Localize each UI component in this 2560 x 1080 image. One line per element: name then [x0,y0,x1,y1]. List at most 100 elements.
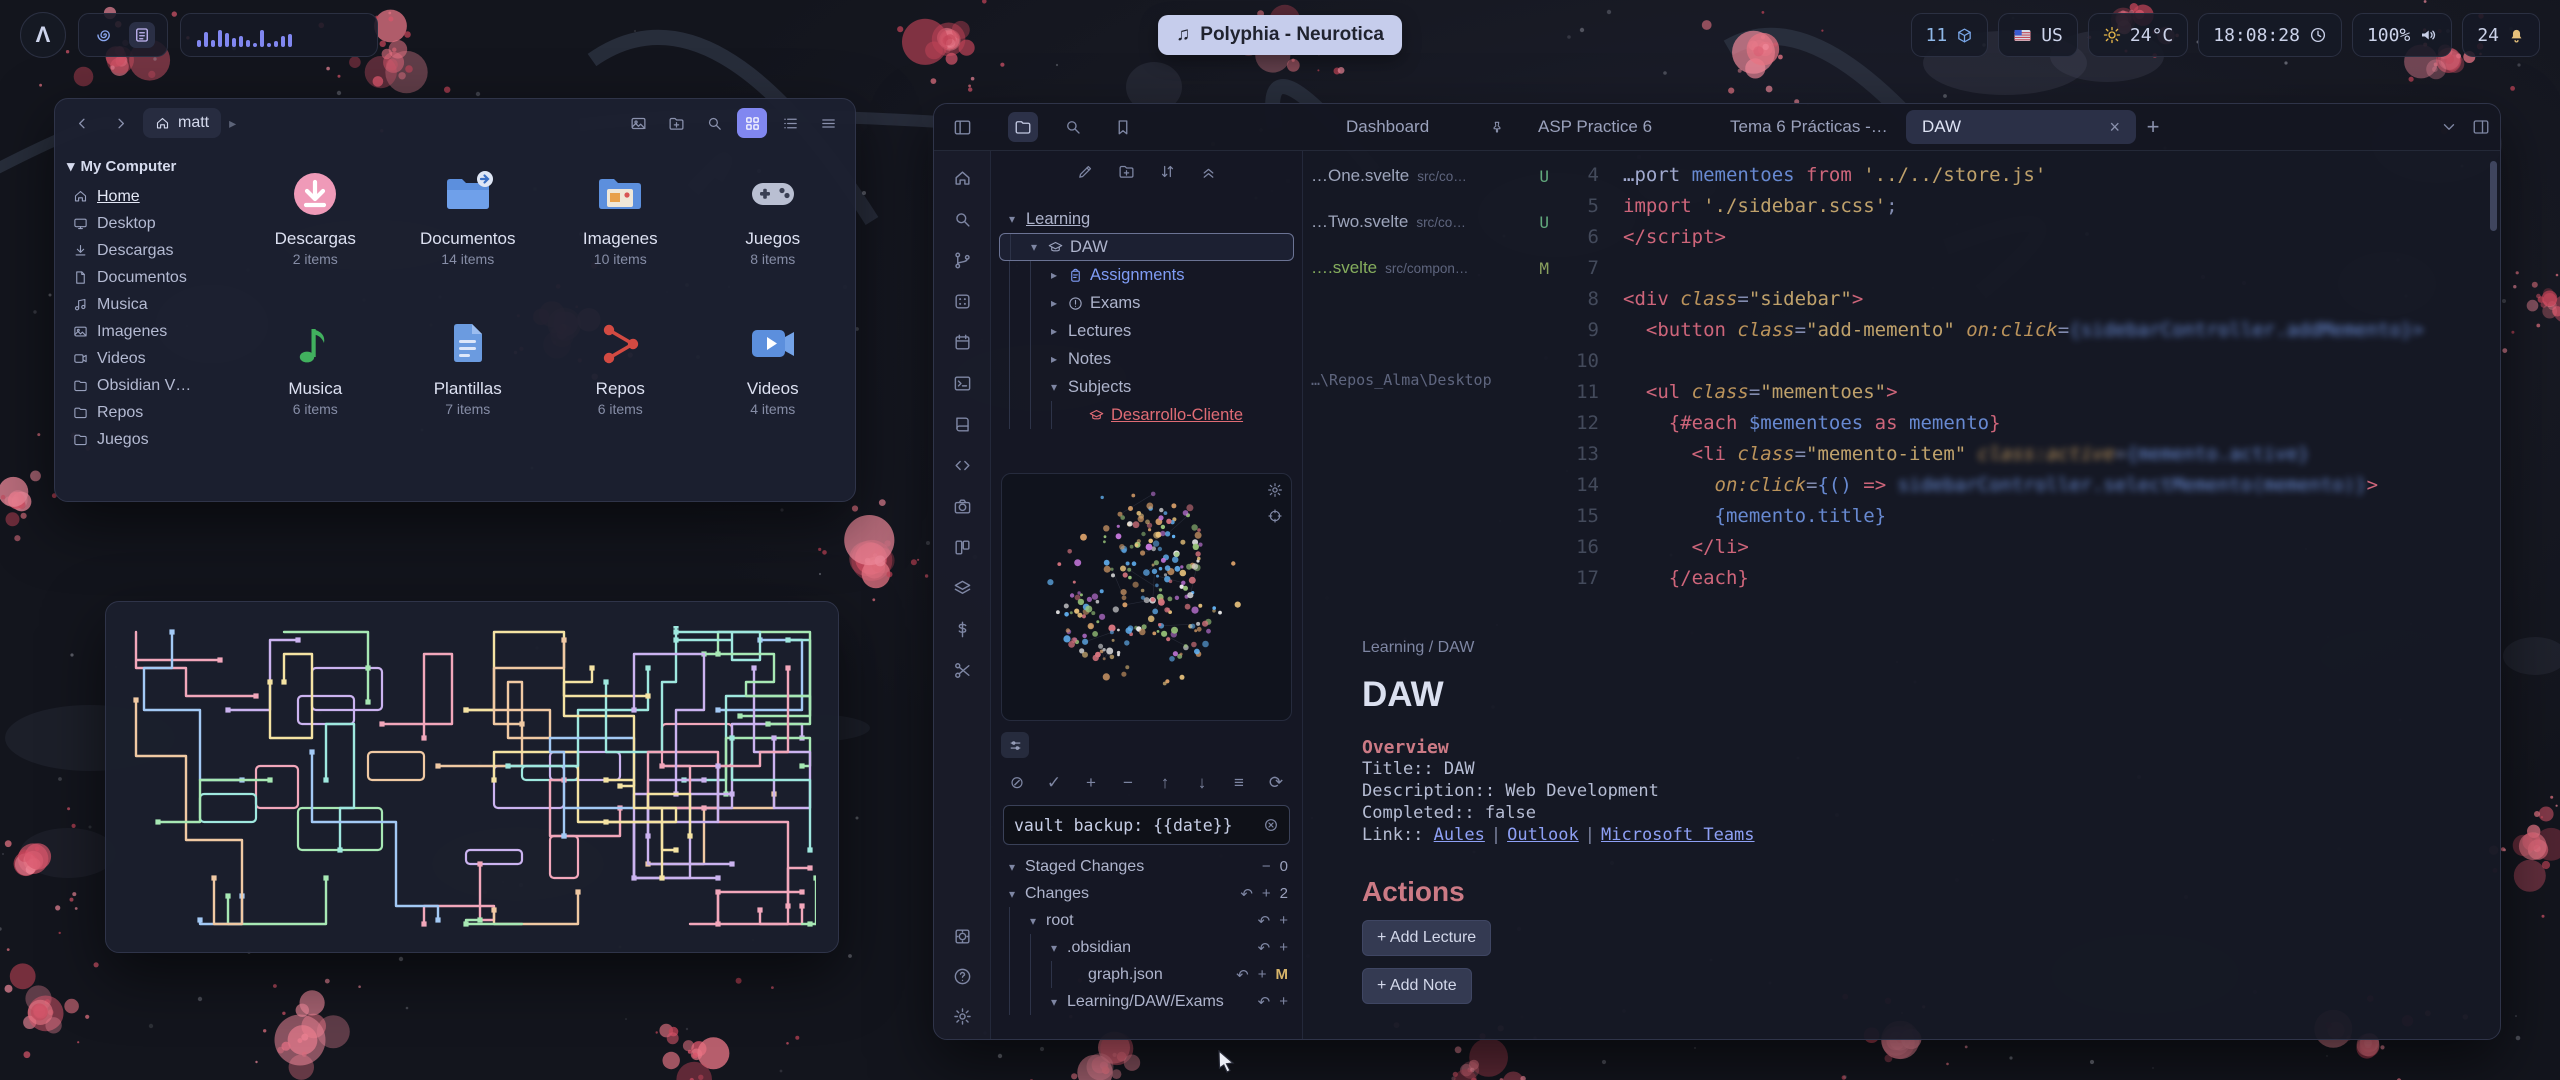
weather-module[interactable]: 24°C [2088,13,2188,57]
book-icon[interactable] [946,411,978,437]
sidebar-item-repos[interactable]: Repos [65,399,223,426]
sidebar-item-obsidian-v[interactable]: Obsidian V… [65,372,223,399]
chevron-down-icon[interactable]: ▾ [1031,240,1048,254]
chevron-down-icon[interactable]: ▾ [1051,941,1067,955]
tree-item-exams[interactable]: ▸Exams [999,289,1294,317]
commit-icon[interactable]: ✓ [1044,773,1064,793]
chevron-right-icon[interactable]: ▸ [1051,352,1068,366]
vault-switcher-icon[interactable] [946,923,978,949]
kanban-icon[interactable] [946,534,978,560]
new-folder-icon[interactable] [661,108,691,138]
sidebar-item-videos[interactable]: Videos [65,345,223,372]
new-note-icon[interactable] [1077,163,1094,180]
sidebar-section-header[interactable]: ▾ My Computer [67,157,221,175]
git-row-changes[interactable]: ▾Changes↶+2 [999,880,1294,907]
note-breadcrumb[interactable]: Learning / DAW [1362,639,2440,657]
discard-icon[interactable]: ⊘ [1007,773,1027,793]
tree-item-assignments[interactable]: ▸Assignments [999,261,1294,289]
notifications-module[interactable]: 24 [2462,13,2540,57]
refresh-icon[interactable]: ⟳ [1266,773,1286,793]
commit-message-input[interactable]: vault backup: {{date}} [1003,805,1290,845]
search-icon[interactable] [946,206,978,232]
notes-icon[interactable] [129,22,155,48]
camera-icon[interactable] [946,493,978,519]
git-row-learning-daw-exams[interactable]: ▾Learning/DAW/Exams↶+ [999,988,1294,1015]
folder-videos[interactable]: Videos4 items [705,313,841,463]
folder-documentos[interactable]: Documentos14 items [400,163,536,313]
settings-icon[interactable] [946,1003,978,1029]
folder-imagenes[interactable]: Imagenes10 items [552,163,688,313]
git-action-icon[interactable]: + [1258,966,1267,983]
git-action-icon[interactable]: ↶ [1258,912,1271,930]
git-action-icon[interactable]: ↶ [1236,966,1249,984]
calendar-icon[interactable] [946,329,978,355]
clear-input-icon[interactable] [1263,817,1279,833]
sidebar-item-home[interactable]: Home [65,183,223,210]
sidebar-item-documentos[interactable]: Documentos [65,264,223,291]
new-tab-button[interactable]: + [2138,112,2168,142]
menu-icon[interactable] [813,108,843,138]
bookmarks-tab-icon[interactable] [1108,112,1138,142]
chevron-down-icon[interactable]: ▾ [1051,995,1067,1009]
git-action-icon[interactable]: + [1279,912,1288,929]
grid-view-icon[interactable] [737,108,767,138]
terminal-icon[interactable] [946,370,978,396]
tree-item-desarrollo-cliente[interactable]: ▸Desarrollo-Cliente [999,401,1294,429]
change-sort-icon[interactable] [1159,163,1176,180]
stage-all-icon[interactable]: + [1081,773,1101,793]
sidebar-item-musica[interactable]: Musica [65,291,223,318]
folder-repos[interactable]: Repos6 items [552,313,688,463]
forward-button[interactable] [105,108,135,138]
git-branch-icon[interactable] [946,247,978,273]
keyboard-layout-module[interactable]: US [1998,13,2078,57]
launcher-button[interactable]: Λ [20,12,66,58]
git-action-icon[interactable]: + [1279,993,1288,1010]
chevron-down-icon[interactable]: ▾ [1009,887,1025,901]
push-icon[interactable]: ↑ [1155,773,1175,793]
graph-view[interactable] [1002,474,1292,718]
currency-icon[interactable] [946,616,978,642]
git-action-icon[interactable]: + [1279,939,1288,956]
git-action-icon[interactable]: ↶ [1258,993,1271,1011]
tree-item-lectures[interactable]: ▸Lectures [999,317,1294,345]
panel-toggle-icon[interactable] [1001,732,1029,758]
link-aules[interactable]: Aules [1434,825,1485,845]
sidebar-item-juegos[interactable]: Juegos [65,426,223,453]
link-outlook[interactable]: Outlook [1507,825,1579,845]
sidebar-item-descargas[interactable]: Descargas [65,237,223,264]
updates-module[interactable]: 11 [1911,13,1989,57]
tree-item-learning[interactable]: ▾Learning [999,205,1294,233]
scissors-icon[interactable] [946,657,978,683]
list-view-icon[interactable] [775,108,805,138]
folder-plantillas[interactable]: Plantillas7 items [400,313,536,463]
add-lecture-button[interactable]: + Add Lecture [1362,920,1491,956]
volume-module[interactable]: 100% [2352,13,2452,57]
chevron-right-icon[interactable]: ▸ [1051,268,1068,282]
split-layout-icon[interactable] [2472,118,2490,136]
graph-focus-icon[interactable] [1267,508,1283,524]
new-folder-icon[interactable] [1118,163,1135,180]
tab-daw[interactable]: DAW × [1906,110,2136,144]
layers-icon[interactable] [946,575,978,601]
tab-asp-practice-6[interactable]: ASP Practice 6 [1522,110,1712,144]
graph-settings-gear-icon[interactable] [1267,482,1283,498]
tree-item-subjects[interactable]: ▾Subjects [999,373,1294,401]
help-icon[interactable] [946,963,978,989]
tree-item-notes[interactable]: ▸Notes [999,345,1294,373]
clock-module[interactable]: 18:08:28 [2198,13,2342,57]
sidebar-item-desktop[interactable]: Desktop [65,210,223,237]
unstage-all-icon[interactable]: − [1118,773,1138,793]
file-list-icon[interactable]: ≡ [1229,773,1249,793]
search-icon[interactable] [699,108,729,138]
editor-pane[interactable]: …One.sveltesrc/co…U…Two.sveltesrc/co…U….… [1303,151,2500,1039]
close-tab-icon[interactable]: × [2109,117,2120,138]
git-row-obsidian[interactable]: ▾.obsidian↶+ [999,934,1294,961]
search-tab-icon[interactable] [1058,112,1088,142]
breadcrumb[interactable]: matt [143,108,221,138]
collapse-all-icon[interactable] [1200,163,1217,180]
tree-item-daw[interactable]: ▾DAW [999,233,1294,261]
chevron-down-icon[interactable]: ▾ [1051,380,1068,394]
git-row-graph-json[interactable]: ▾graph.json↶+M [999,961,1294,988]
files-tab-icon[interactable] [1008,112,1038,142]
gallery-icon[interactable] [623,108,653,138]
